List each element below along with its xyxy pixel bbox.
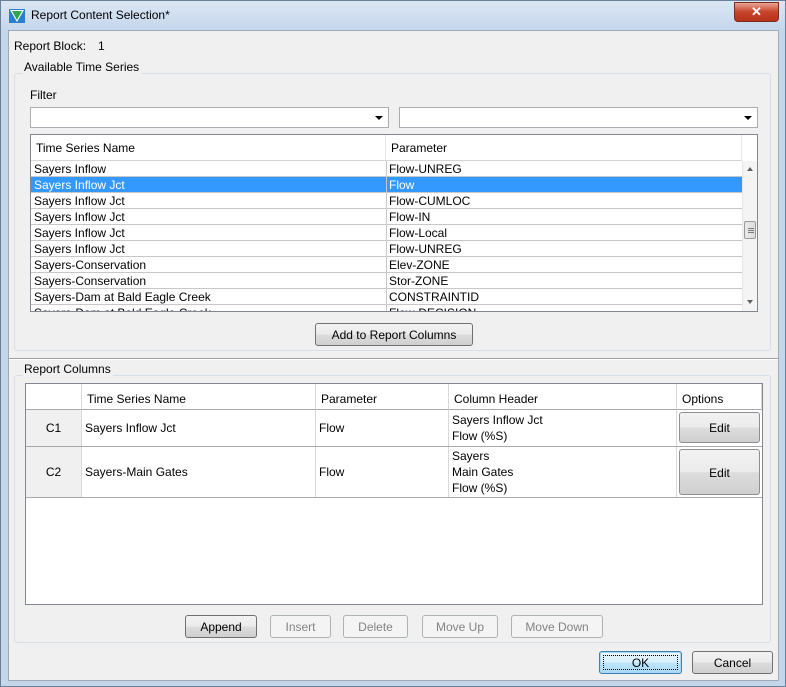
column-header-line: Sayers: [452, 449, 490, 463]
time-series-name-cell: Sayers Inflow Jct: [34, 194, 125, 208]
parameter-cell: Flow-CUMLOC: [389, 194, 471, 208]
vertical-scrollbar[interactable]: [742, 161, 757, 311]
column-header-index: [26, 384, 82, 410]
column-header-line: Main Gates: [452, 465, 514, 479]
parameter-cell: Flow-Local: [389, 226, 448, 240]
chevron-down-icon: [744, 116, 752, 120]
filter-dropdown-1[interactable]: [30, 107, 389, 128]
parameter-cell: Flow-UNREG: [389, 242, 462, 256]
separator-highlight: [9, 359, 778, 360]
dialog-body: Report Block: 1 Available Time Series Fi…: [8, 30, 779, 681]
parameter-cell: Elev-ZONE: [389, 258, 450, 272]
column-header-cell: Sayers Main Gates Flow (%S): [449, 447, 677, 497]
edit-button[interactable]: Edit: [679, 449, 760, 495]
close-icon: ✕: [751, 4, 762, 19]
time-series-name-cell: Sayers Inflow: [34, 162, 107, 176]
column-header-line: Flow (%S): [452, 481, 508, 495]
column-header-options[interactable]: Options: [677, 384, 762, 410]
move-down-button[interactable]: Move Down: [511, 615, 603, 638]
row-index-cell: C2: [26, 447, 82, 497]
available-time-series-table[interactable]: Time Series Name Parameter Sayers Inflow…: [30, 134, 758, 312]
add-to-report-columns-button[interactable]: Add to Report Columns: [315, 323, 473, 346]
delete-button[interactable]: Delete: [343, 615, 408, 638]
time-series-name-cell: Sayers-Main Gates: [82, 447, 316, 497]
move-up-button[interactable]: Move Up: [422, 615, 498, 638]
cancel-button[interactable]: Cancel: [692, 651, 773, 674]
table-row[interactable]: C2 Sayers-Main Gates Flow Sayers Main Ga…: [26, 447, 762, 498]
ok-button[interactable]: OK: [599, 651, 682, 674]
app-icon: [9, 9, 25, 23]
insert-button[interactable]: Insert: [270, 615, 331, 638]
parameter-cell: Stor-ZONE: [389, 274, 449, 288]
time-series-name-cell: Sayers-Conservation: [34, 258, 147, 272]
time-series-name-cell: Sayers Inflow Jct: [34, 178, 125, 192]
available-time-series-title: Available Time Series: [22, 60, 142, 74]
report-columns-table[interactable]: Time Series Name Parameter Column Header…: [25, 383, 763, 605]
parameter-cell: Flow: [316, 410, 449, 446]
time-series-name-cell: Sayers-Dam at Bald Eagle Creek: [31, 305, 386, 311]
scroll-up-arrow-icon[interactable]: [747, 167, 753, 171]
column-divider: [386, 161, 387, 311]
row-index-cell: C1: [26, 410, 82, 446]
parameter-cell: Flow-DECISION: [386, 305, 742, 311]
time-series-name-cell: Sayers-Conservation: [34, 274, 147, 288]
column-header-time-series-name[interactable]: Time Series Name: [31, 135, 386, 161]
parameter-cell: Flow: [389, 178, 415, 192]
time-series-name-cell: Sayers-Dam at Bald Eagle Creek: [34, 290, 211, 304]
scroll-down-arrow-icon[interactable]: [747, 300, 753, 304]
parameter-cell: Flow-UNREG: [389, 162, 462, 176]
time-series-name-cell: Sayers Inflow Jct: [34, 242, 125, 256]
dialog-window: Report Content Selection* ✕ Report Block…: [0, 0, 786, 687]
time-series-name-cell: Sayers Inflow Jct: [82, 410, 316, 446]
filter-label: Filter: [30, 88, 57, 102]
chevron-down-icon: [375, 116, 383, 120]
column-header-cell: Sayers Inflow Jct Flow (%S): [449, 410, 677, 446]
table-row[interactable]: C1 Sayers Inflow Jct Flow Sayers Inflow …: [26, 410, 762, 447]
column-header-parameter[interactable]: Parameter: [386, 135, 742, 161]
filter-dropdown-2[interactable]: [399, 107, 758, 128]
title-bar[interactable]: Report Content Selection* ✕: [1, 1, 785, 30]
column-header-parameter[interactable]: Parameter: [316, 384, 449, 410]
column-header-time-series-name[interactable]: Time Series Name: [82, 384, 316, 410]
close-button[interactable]: ✕: [734, 2, 779, 22]
time-series-name-cell: Sayers Inflow Jct: [34, 226, 125, 240]
column-header-line: Sayers Inflow Jct: [452, 413, 543, 427]
column-header-column-header[interactable]: Column Header: [449, 384, 677, 410]
column-header-line: Flow (%S): [452, 429, 508, 443]
focus-ring: [603, 655, 678, 670]
window-title: Report Content Selection*: [31, 8, 170, 22]
parameter-cell: CONSTRAINTID: [389, 290, 479, 304]
edit-button[interactable]: Edit: [679, 412, 760, 443]
report-columns-title: Report Columns: [22, 362, 113, 376]
append-button[interactable]: Append: [185, 615, 257, 638]
parameter-cell: Flow: [316, 447, 449, 497]
report-block-value: 1: [98, 39, 105, 53]
parameter-cell: Flow-IN: [389, 210, 431, 224]
scrollbar-thumb[interactable]: [744, 221, 756, 239]
report-block-label: Report Block:: [14, 39, 87, 53]
time-series-name-cell: Sayers Inflow Jct: [34, 210, 125, 224]
